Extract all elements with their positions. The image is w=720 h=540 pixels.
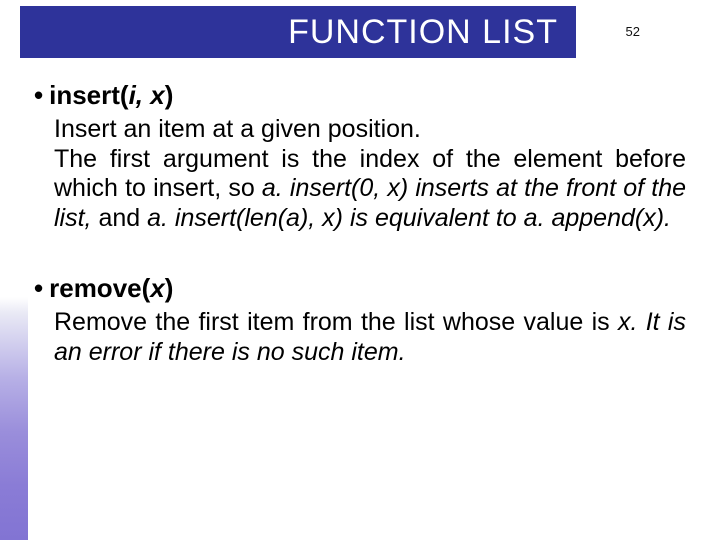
list-item: •insert(i, x) Insert an item at a given … bbox=[34, 80, 686, 233]
function-signature: •remove(x) bbox=[34, 273, 686, 304]
bullet-icon: • bbox=[34, 80, 43, 111]
list-item: •remove(x) Remove the first item from th… bbox=[34, 273, 686, 367]
header-bar: FUNCTION LIST bbox=[20, 6, 576, 58]
left-accent-gradient bbox=[0, 0, 28, 540]
page-number: 52 bbox=[626, 24, 640, 39]
page-title: FUNCTION LIST bbox=[288, 13, 558, 52]
function-description: Insert an item at a given position. The … bbox=[34, 115, 686, 233]
function-description: Remove the first item from the list whos… bbox=[34, 308, 686, 367]
function-signature: •insert(i, x) bbox=[34, 80, 686, 111]
content-area: •insert(i, x) Insert an item at a given … bbox=[34, 80, 686, 367]
bullet-icon: • bbox=[34, 273, 43, 304]
